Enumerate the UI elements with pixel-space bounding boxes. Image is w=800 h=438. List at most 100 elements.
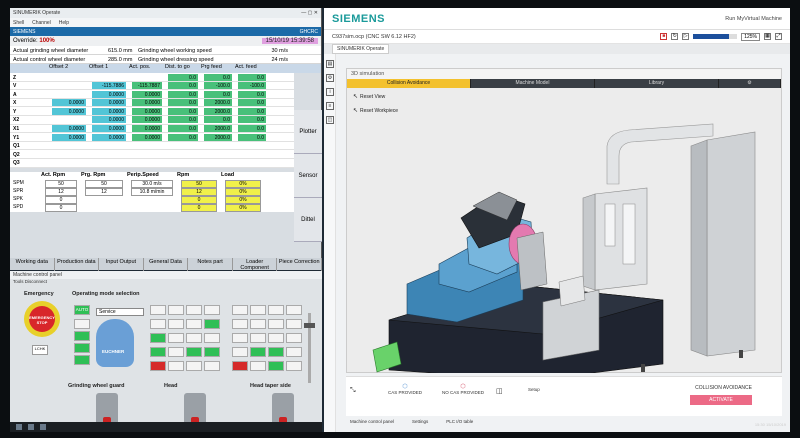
softkey-notes-part[interactable]: Notes part [188,258,233,271]
info-icon[interactable]: i [326,88,334,96]
cube-icon[interactable]: ◫ [496,387,503,395]
panel-key[interactable] [168,333,184,343]
panel-key[interactable] [268,361,284,371]
search-icon[interactable] [28,424,34,430]
activate-collision-button[interactable]: ACTIVATE [690,395,752,405]
tab-library[interactable]: Library [595,79,719,88]
panel-key[interactable] [250,319,266,329]
softkey-general-data[interactable]: General Data [144,258,189,271]
panel-key[interactable] [150,305,166,315]
panel-key[interactable] [168,319,184,329]
panel-key[interactable] [150,333,166,343]
panel-key[interactable] [186,347,202,357]
panel-key[interactable] [232,347,248,357]
panel-key[interactable] [186,333,202,343]
panel-key[interactable] [268,305,284,315]
mode-select[interactable]: Service [96,308,144,316]
panel-menu[interactable]: Tools Disconnect [10,279,322,286]
panel-key[interactable] [232,333,248,343]
panel-key[interactable] [168,347,184,357]
softkey-piece-correction[interactable]: Piece Correction [277,258,322,271]
panel-key[interactable] [186,361,202,371]
speed-progress[interactable] [693,34,738,39]
panel-key[interactable] [268,347,284,357]
expand-icon[interactable]: ⤢ [775,33,782,40]
settings-icon[interactable]: ⚙ [326,74,334,82]
app-icon[interactable] [40,424,46,430]
panel-key[interactable] [204,305,220,315]
panel-key[interactable] [286,319,302,329]
machine-3d-model[interactable] [347,88,783,373]
windows-icon[interactable] [16,424,22,430]
panel-key[interactable] [150,361,166,371]
window-controls[interactable]: — ▢ ✕ [301,10,318,16]
cube-icon[interactable]: ◫ [326,116,334,124]
panel-key[interactable] [250,333,266,343]
auto-button[interactable]: AUTO [74,305,90,315]
axis-name: Y [13,108,17,115]
softkey-working-data[interactable]: Working data [10,258,55,271]
panel-key[interactable] [186,319,202,329]
panel-key[interactable] [204,333,220,343]
arrows-icon[interactable]: ⤡ [350,387,356,395]
lchk-button[interactable]: LCHK [32,345,48,355]
softkey-input-output[interactable]: Input Output [99,258,144,271]
tab-sinumerik[interactable]: SINUMERIK Operate [332,44,390,54]
panel-key[interactable] [286,361,302,371]
sensor-button[interactable]: Sensor [294,154,322,198]
panel-key[interactable] [150,347,166,357]
axis-cell: 0.0 [168,107,198,115]
panel-key[interactable] [286,347,302,357]
speed-icon[interactable]: ▷ [682,33,690,40]
panel-key[interactable] [232,319,248,329]
panel-key[interactable] [204,361,220,371]
menu-help[interactable]: Help [59,20,69,26]
tab-settings[interactable]: Settings [408,418,432,428]
zoom-level[interactable]: 125% [741,32,760,41]
plotter-button[interactable]: Plotter [294,110,322,154]
tab-machine-model[interactable]: Machine Model [471,79,595,88]
tab-collision-avoidance[interactable]: Collision Avoidance [347,79,471,88]
mode-key[interactable] [74,343,90,353]
file-icon[interactable]: ▤ [326,60,334,68]
wheel-guard-label: Grinding wheel guard [68,383,125,389]
dittel-button[interactable]: Dittel [294,198,322,242]
softkey-loader[interactable]: Loader Component [233,258,278,271]
panel-key[interactable] [286,333,302,343]
panel-key[interactable] [232,361,248,371]
axis-cell: -115.7886 [92,82,126,90]
menu-shell[interactable]: Shell [13,20,24,26]
softkey-production-data[interactable]: Production data [55,258,100,271]
menu-channel[interactable]: Channel [32,20,51,26]
tab-settings-gear[interactable]: ⚙ [719,79,781,88]
panel-key[interactable] [268,319,284,329]
panel-key[interactable] [168,305,184,315]
reset-icon[interactable]: ↻ [671,33,679,40]
stop-icon[interactable]: ■ [660,33,668,40]
emergency-stop-button[interactable]: EMERGENCY STOP [24,301,60,337]
grid-icon[interactable]: ▦ [764,33,771,40]
col-header: Perip.Speed [127,171,159,178]
panel-key[interactable] [250,361,266,371]
mode-key[interactable] [74,331,90,341]
tab-plc-io[interactable]: PLC I/O table [442,418,477,428]
mode-key[interactable] [74,319,90,329]
mode-key[interactable] [74,355,90,365]
head-label: Head [164,383,178,389]
panel-key[interactable] [204,347,220,357]
tab-machine-control-panel[interactable]: Machine control panel [346,418,398,428]
panel-key[interactable] [250,305,266,315]
panel-key[interactable] [232,305,248,315]
setup-label[interactable]: Setup [528,387,540,392]
panel-key[interactable] [168,361,184,371]
panel-key[interactable] [286,305,302,315]
panel-key[interactable] [186,305,202,315]
slider-knob[interactable] [304,323,315,328]
panel-key[interactable] [268,333,284,343]
list-icon[interactable]: ≡ [326,102,334,110]
axis-cell: 0.0000 [132,133,162,141]
panel-key[interactable] [250,347,266,357]
feed-override-slider[interactable] [304,313,315,383]
panel-key[interactable] [150,319,166,329]
panel-key[interactable] [204,319,220,329]
